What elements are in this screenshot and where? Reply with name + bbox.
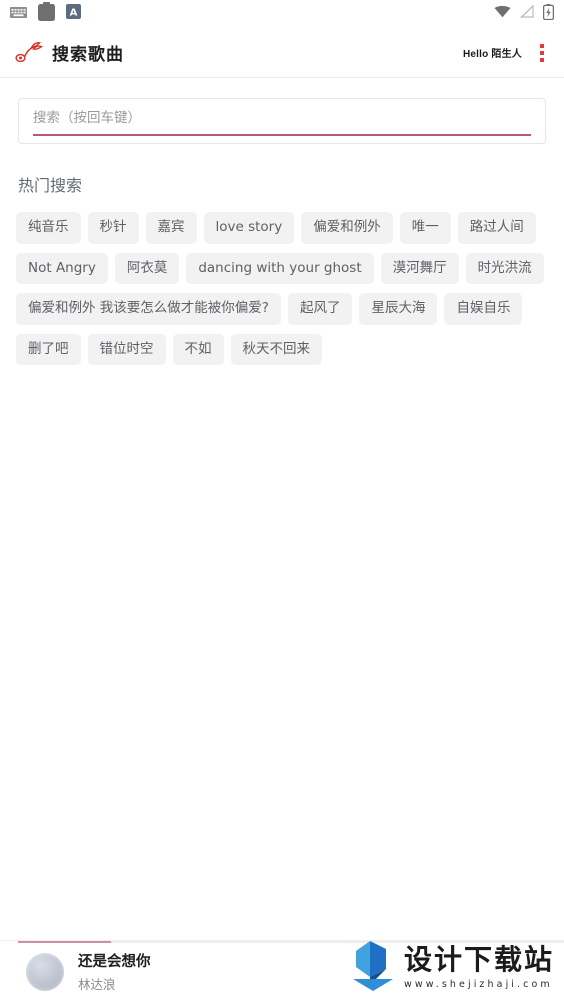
track-title: 还是会想你 — [78, 954, 151, 970]
status-bar-left-icons: A — [10, 2, 81, 26]
wifi-icon — [494, 5, 511, 23]
hot-search-tag[interactable]: 唯一 — [399, 212, 451, 244]
hot-search-tag[interactable]: 阿衣莫 — [114, 252, 180, 284]
input-method-a-icon: A — [66, 4, 81, 24]
hot-search-tag[interactable]: 纯音乐 — [16, 212, 81, 244]
hot-search-tag[interactable]: Not Angry — [16, 252, 108, 284]
track-artist: 林达浪 — [78, 977, 116, 992]
app-header: 搜索歌曲 Hello 陌生人 — [0, 28, 564, 78]
playback-progress-track[interactable] — [18, 941, 564, 943]
search-input[interactable] — [19, 99, 545, 143]
hot-search-tag[interactable]: 删了吧 — [16, 333, 81, 365]
hot-search-tag[interactable]: 嘉宾 — [145, 212, 197, 244]
album-art-thumbnail[interactable] — [26, 952, 64, 991]
hot-search-tag[interactable]: 偏爱和例外 — [301, 212, 393, 244]
hot-search-tag[interactable]: dancing with your ghost — [186, 252, 374, 284]
battery-charging-icon — [542, 3, 555, 25]
track-meta: 还是会想你 林达浪 — [78, 950, 151, 993]
hot-search-tag[interactable]: 错位时空 — [87, 333, 166, 365]
hot-search-tag[interactable]: 时光洪流 — [465, 252, 544, 284]
signal-off-icon — [520, 4, 534, 23]
hot-search-title: 热门搜索 — [18, 176, 83, 195]
hot-search-tag[interactable]: 起风了 — [287, 293, 353, 325]
status-bar-right-icons — [494, 3, 555, 25]
hot-search-tag-list: 纯音乐 秒针 嘉宾 love story 偏爱和例外 唯一 路过人间 Not Angry 阿衣莫… — [16, 212, 548, 365]
kebab-menu-icon[interactable] — [536, 42, 548, 64]
music-note-logo-icon[interactable] — [12, 36, 46, 70]
page-title: 搜索歌曲 — [52, 45, 124, 65]
hot-search-tag[interactable]: 偏爱和例外 我该要怎么做才能被你偏爱? — [16, 293, 281, 325]
hot-search-tag[interactable]: 自娱自乐 — [444, 293, 523, 325]
hot-search-tag[interactable]: love story — [203, 212, 295, 244]
status-bar: A — [0, 0, 564, 28]
hot-search-tag[interactable]: 漠河舞厅 — [380, 252, 459, 284]
player-bar[interactable]: 还是会想你 林达浪 设计下载站 www.shejizhaji.com — [0, 940, 564, 1002]
hot-search-tag[interactable]: 秋天不回来 — [230, 333, 322, 365]
playback-progress-fill — [18, 941, 111, 943]
player-content: 还是会想你 林达浪 — [0, 941, 564, 1002]
keyboard-icon — [10, 5, 27, 23]
search-box[interactable] — [18, 98, 546, 144]
app-header-right: Hello 陌生人 — [463, 42, 548, 64]
hot-search-tag[interactable]: 秒针 — [87, 212, 139, 244]
svg-text:A: A — [70, 7, 78, 18]
clipboard-icon — [38, 2, 55, 26]
hot-search-tag[interactable]: 不如 — [172, 333, 224, 365]
user-greeting: Hello 陌生人 — [462, 49, 522, 60]
search-underline — [33, 134, 531, 136]
hot-search-tag[interactable]: 星辰大海 — [359, 293, 438, 325]
hot-search-tag[interactable]: 路过人间 — [457, 212, 536, 244]
